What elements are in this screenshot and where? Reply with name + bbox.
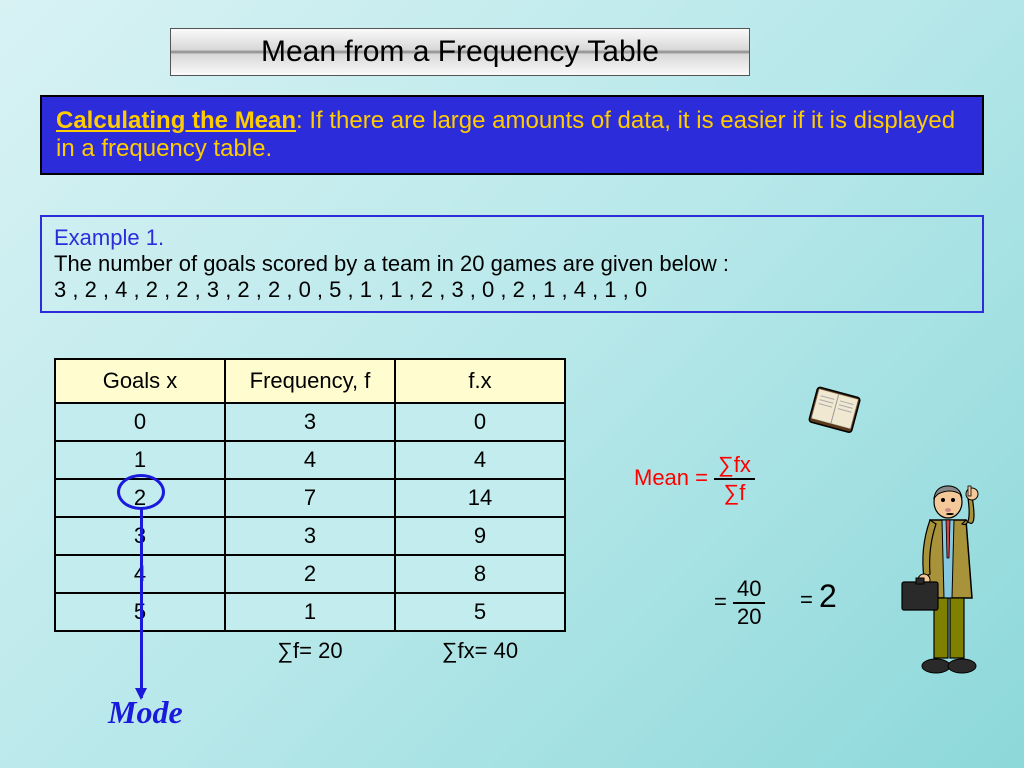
mode-arrow-annotation	[140, 508, 143, 698]
cell-x: 0	[55, 403, 225, 441]
mean-formula: Mean = ∑fx ∑f	[634, 452, 755, 506]
intro-box: Calculating the Mean: If there are large…	[40, 95, 984, 175]
example-title: Example 1.	[54, 225, 970, 251]
example-box: Example 1. The number of goals scored by…	[40, 215, 984, 313]
cell-fx: 8	[395, 555, 565, 593]
mean-substitution: = 40 20	[714, 576, 765, 630]
mode-label: Mode	[108, 694, 183, 731]
table-row: 5 1 5	[55, 593, 565, 631]
cell-f: 7	[225, 479, 395, 517]
mean-result: = 2	[800, 578, 837, 615]
cell-fx: 4	[395, 441, 565, 479]
example-desc: The number of goals scored by a team in …	[54, 251, 970, 277]
example-data: 3 , 2 , 4 , 2 , 2 , 3 , 2 , 2 , 0 , 5 , …	[54, 277, 970, 303]
table-row: 1 4 4	[55, 441, 565, 479]
cell-fx: 5	[395, 593, 565, 631]
totals-row: ∑f= 20 ∑fx= 40	[55, 631, 565, 669]
page-title: Mean from a Frequency Table	[170, 28, 750, 76]
header-fx: f.x	[395, 359, 565, 403]
table-header-row: Goals x Frequency, f f.x	[55, 359, 565, 403]
header-goals: Goals x	[55, 359, 225, 403]
cell-f: 2	[225, 555, 395, 593]
cell-fx: 0	[395, 403, 565, 441]
table-row: 4 2 8	[55, 555, 565, 593]
sub-numerator: 40	[733, 576, 765, 604]
businessman-icon	[890, 478, 1010, 688]
table-row: 0 3 0	[55, 403, 565, 441]
mean-denominator: ∑f	[714, 480, 755, 506]
table-row: 3 3 9	[55, 517, 565, 555]
cell-f: 4	[225, 441, 395, 479]
cell-fx: 9	[395, 517, 565, 555]
book-icon	[800, 382, 870, 442]
mode-circle-annotation	[117, 474, 165, 510]
sub-denominator: 20	[733, 604, 765, 630]
cell-f: 1	[225, 593, 395, 631]
cell-fx: 14	[395, 479, 565, 517]
mean-numerator: ∑fx	[714, 452, 755, 480]
sum-fx: ∑fx= 40	[395, 631, 565, 669]
cell-f: 3	[225, 403, 395, 441]
mean-label: Mean =	[634, 465, 714, 490]
result-value: 2	[819, 578, 837, 614]
cell-f: 3	[225, 517, 395, 555]
intro-heading: Calculating the Mean	[56, 107, 296, 134]
header-freq: Frequency, f	[225, 359, 395, 403]
frequency-table: Goals x Frequency, f f.x 0 3 0 1 4 4 2 7…	[54, 358, 566, 669]
sum-f: ∑f= 20	[225, 631, 395, 669]
